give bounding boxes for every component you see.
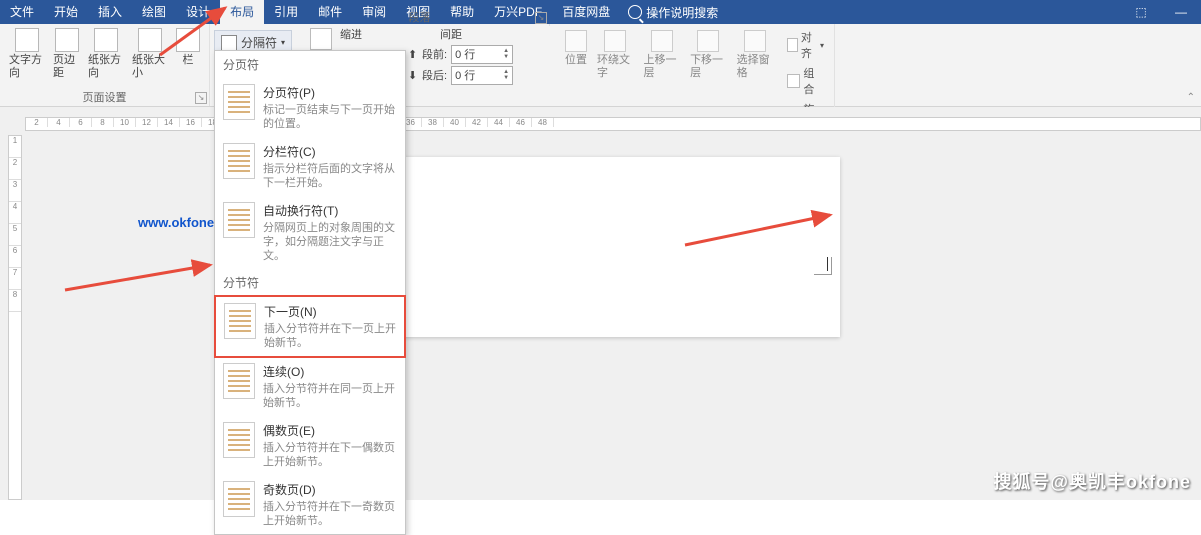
minimize-icon[interactable]: — — [1161, 5, 1201, 19]
annotation-arrow-right — [680, 200, 840, 255]
menu-item-next-page[interactable]: 下一页(N)插入分节符并在下一页上开始新节。 — [214, 295, 406, 358]
menu-item-page-break[interactable]: 分页符(P)标记一页结束与下一页开始的位置。 — [215, 78, 405, 137]
page-setup-launcher[interactable]: ↘ — [195, 92, 207, 104]
page-setup-group-label: 页面设置 — [0, 89, 209, 105]
bring-forward-button[interactable]: 上移一层 — [640, 28, 685, 82]
text-direction-icon — [15, 28, 39, 52]
column-break-icon — [223, 143, 255, 179]
menu-item-odd-page[interactable]: 奇数页(D)插入分节符并在下一奇数页上开始新节。 — [215, 475, 405, 534]
send-backward-icon — [697, 30, 719, 52]
spacing-after-label: 段后: — [422, 67, 447, 83]
breaks-dropdown-menu: 分页符 分页符(P)标记一页结束与下一页开始的位置。 分栏符(C)指示分栏符后面… — [214, 50, 406, 535]
tab-home[interactable]: 开始 — [44, 0, 88, 24]
wrap-text-button[interactable]: 环绕文字 — [593, 28, 638, 82]
orientation-button[interactable]: 纸张方向 — [85, 26, 127, 82]
align-icon — [787, 38, 798, 52]
tab-insert[interactable]: 插入 — [88, 0, 132, 24]
spacing-before-field[interactable]: 0 行▲▼ — [451, 45, 513, 64]
horizontal-ruler[interactable]: 2468101214161820222426283032343638404244… — [25, 117, 1201, 131]
text-cursor — [827, 257, 828, 271]
send-backward-button[interactable]: 下移一层 — [686, 28, 731, 82]
menu-item-column-break[interactable]: 分栏符(C)指示分栏符后面的文字将从下一栏开始。 — [215, 137, 405, 196]
spacing-before-icon: ⬆ — [408, 48, 418, 61]
paragraph-launcher[interactable]: ↘ — [535, 12, 547, 24]
spacing-after-icon: ⬇ — [408, 69, 418, 82]
hyphenation-icon[interactable] — [310, 28, 332, 50]
ribbon-options-icon[interactable]: ⬚ — [1121, 5, 1161, 19]
position-button[interactable]: 位置 — [561, 28, 591, 69]
collapse-ribbon-icon[interactable]: ⌃ — [1187, 92, 1195, 103]
dropdown-section-section-breaks: 分节符 — [215, 269, 405, 296]
annotation-arrow-middle — [60, 245, 220, 300]
paragraph-group-label: 段落 — [290, 9, 549, 25]
text-direction-button[interactable]: 文字方向 — [6, 26, 48, 82]
selection-pane-button[interactable]: 选择窗格 — [733, 28, 778, 82]
continuous-icon — [223, 363, 255, 399]
position-icon — [565, 30, 587, 52]
group-icon — [787, 74, 800, 88]
wrap-text-icon — [604, 30, 626, 52]
margin-corner-mark — [814, 257, 832, 275]
margins-button[interactable]: 页边距 — [50, 26, 83, 82]
menu-item-even-page[interactable]: 偶数页(E)插入分节符并在下一偶数页上开始新节。 — [215, 416, 405, 475]
menu-item-continuous[interactable]: 连续(O)插入分节符并在同一页上开始新节。 — [215, 357, 405, 416]
text-wrapping-break-icon — [223, 202, 255, 238]
next-page-icon — [224, 303, 256, 339]
search-icon — [628, 5, 642, 19]
annotation-arrow-top — [150, 0, 240, 65]
chevron-down-icon: ▾ — [281, 38, 285, 47]
bring-forward-icon — [651, 30, 673, 52]
selection-pane-icon — [744, 30, 766, 52]
orientation-icon — [94, 28, 118, 52]
tell-me-search[interactable]: 操作说明搜索 — [628, 4, 718, 21]
align-button[interactable]: 对齐▾ — [783, 28, 828, 62]
tab-baidupan[interactable]: 百度网盘 — [552, 0, 620, 24]
group-button[interactable]: 组合 — [783, 64, 828, 98]
search-placeholder: 操作说明搜索 — [646, 4, 718, 21]
page-break-icon — [223, 84, 255, 120]
menu-item-text-wrapping-break[interactable]: 自动换行符(T)分隔网页上的对象周围的文字，如分隔题注文字与正文。 — [215, 196, 405, 269]
even-page-icon — [223, 422, 255, 458]
spacing-after-field[interactable]: 0 行▲▼ — [451, 66, 513, 85]
footer-watermark: 搜狐号@奥凯丰okfone — [993, 468, 1191, 494]
indent-label: 缩进 — [340, 26, 362, 42]
vertical-ruler[interactable]: 12345678 — [8, 135, 22, 500]
document-workspace: 2468101214161820222426283032343638404244… — [0, 107, 1201, 500]
spacing-before-label: 段前: — [422, 46, 447, 62]
odd-page-icon — [223, 481, 255, 517]
dropdown-section-page-breaks: 分页符 — [215, 51, 405, 78]
margins-icon — [55, 28, 79, 52]
tab-file[interactable]: 文件 — [0, 0, 44, 24]
